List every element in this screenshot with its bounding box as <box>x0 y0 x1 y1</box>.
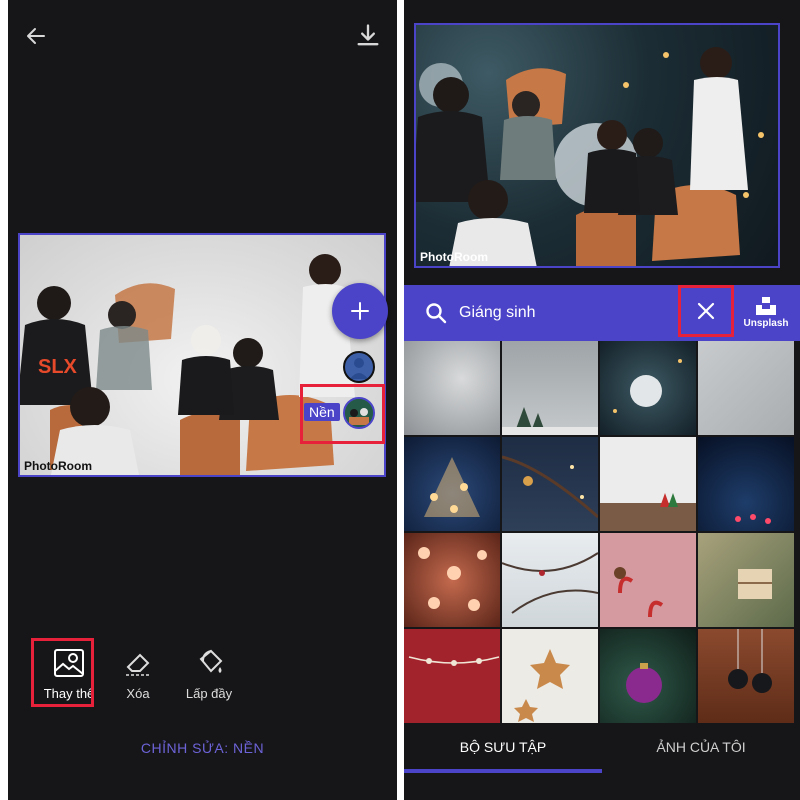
eraser-icon <box>126 653 150 676</box>
background-tile[interactable] <box>600 341 696 435</box>
subject-layer-thumbnail[interactable] <box>343 351 375 383</box>
tab-my-photos[interactable]: ẢNH CỦA TÔI <box>602 725 800 773</box>
back-button[interactable] <box>16 16 56 56</box>
background-tile[interactable] <box>404 533 500 627</box>
watermark-label: PhotoRoom <box>24 459 92 473</box>
background-tile[interactable] <box>698 341 794 435</box>
fill-tool-label: Lấp đầy <box>185 686 233 701</box>
library-tabs: BỘ SƯU TẬP ẢNH CỦA TÔI <box>404 725 800 773</box>
replace-tool-highlight <box>31 638 94 707</box>
erase-tool[interactable]: Xóa <box>103 640 173 701</box>
tab-collection[interactable]: BỘ SƯU TẬP <box>404 725 602 773</box>
download-button[interactable] <box>348 16 388 56</box>
unsplash-label: Unsplash <box>743 318 789 329</box>
preview-canvas[interactable]: PhotoRoom <box>414 23 780 268</box>
search-input[interactable] <box>459 301 659 325</box>
fill-tool[interactable]: Lấp đầy <box>174 640 244 701</box>
edit-mode-label: CHỈNH SỬA: NỀN <box>140 740 265 756</box>
background-tile[interactable] <box>600 437 696 531</box>
background-thumbnail-icon <box>345 399 373 427</box>
unsplash-button[interactable]: Unsplash <box>740 297 792 329</box>
background-tile[interactable] <box>502 533 598 627</box>
background-tile[interactable] <box>502 437 598 531</box>
add-layer-button[interactable] <box>332 283 388 339</box>
clear-search-button[interactable] <box>678 285 734 337</box>
preview-watermark-label: PhotoRoom <box>420 250 488 264</box>
background-layer-label: Nền <box>304 403 340 421</box>
erase-tool-label: Xóa <box>126 686 150 701</box>
background-tile[interactable] <box>698 437 794 531</box>
person-icon <box>350 358 368 379</box>
arrow-left-icon <box>27 28 45 44</box>
background-tile[interactable] <box>698 533 794 627</box>
background-tile[interactable] <box>698 629 794 723</box>
paint-bucket-icon <box>199 649 223 673</box>
background-tile[interactable] <box>600 629 696 723</box>
background-grid <box>404 341 800 723</box>
background-layer-thumbnail[interactable] <box>343 397 375 429</box>
shirt-logo-text: SLX <box>38 356 78 378</box>
background-tile[interactable] <box>502 341 598 435</box>
background-tile[interactable] <box>404 437 500 531</box>
unsplash-icon <box>756 297 776 315</box>
background-tile[interactable] <box>600 533 696 627</box>
plus-icon <box>351 302 369 320</box>
preview-image <box>416 47 764 266</box>
close-icon <box>697 302 715 320</box>
download-icon <box>357 24 379 46</box>
background-tile[interactable] <box>404 629 500 723</box>
search-icon <box>426 303 447 324</box>
background-library-panel: PhotoRoom Unsplash <box>404 0 800 800</box>
background-tile[interactable] <box>404 341 500 435</box>
editor-panel: SLX PhotoRoom Nền Thay thế Xóa Lấp đầy C… <box>8 0 397 800</box>
background-tile[interactable] <box>502 629 598 723</box>
